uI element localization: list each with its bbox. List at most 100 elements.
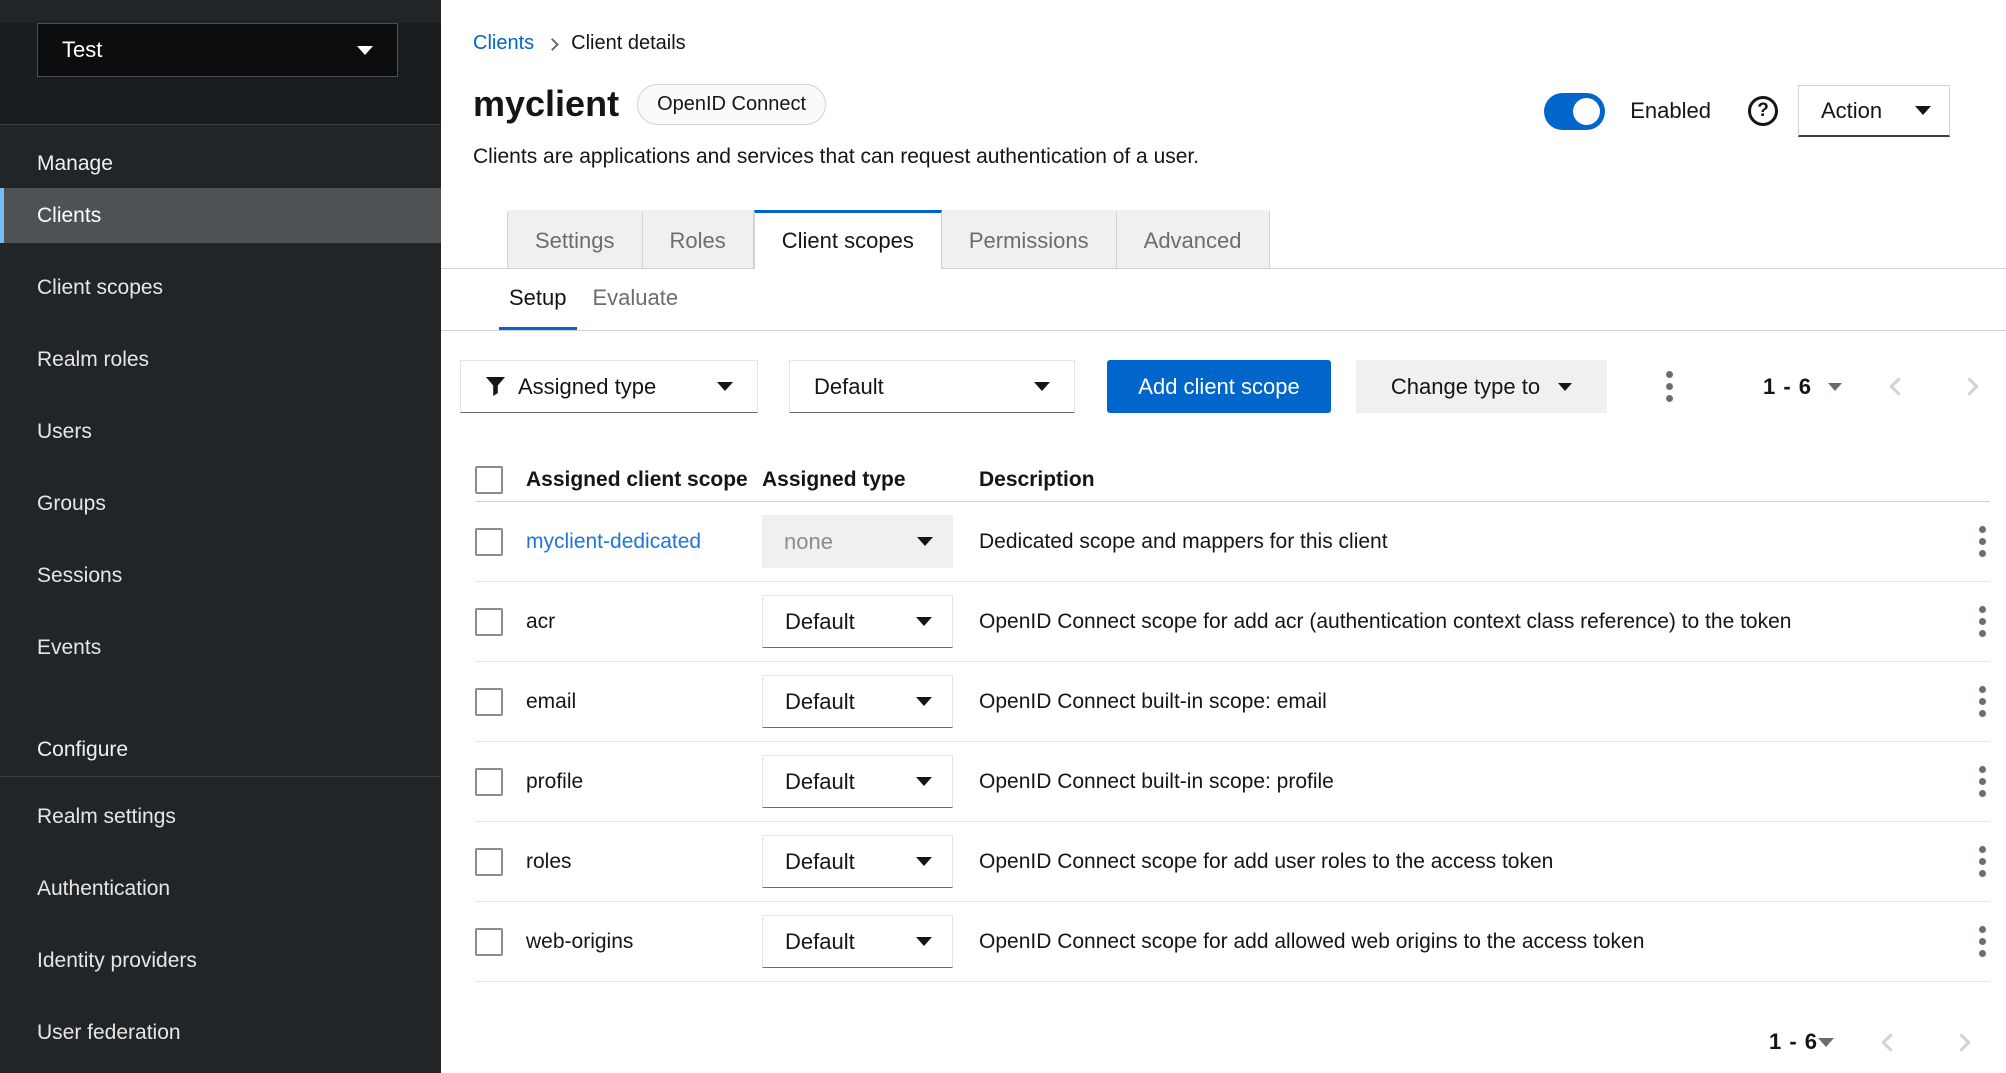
row-checkbox[interactable] — [475, 768, 503, 796]
assigned-type-select[interactable]: Default — [762, 835, 953, 888]
kebab-menu-icon[interactable] — [1975, 602, 1990, 641]
client-scopes-table: Assigned client scope Assigned type Desc… — [475, 458, 1990, 982]
table-row: email Default OpenID Connect built-in sc… — [475, 662, 1990, 742]
breadcrumb-clients-link[interactable]: Clients — [473, 32, 534, 55]
column-header-assigned-type: Assigned type — [762, 468, 979, 492]
breadcrumb: Clients Client details — [441, 0, 2006, 55]
kebab-menu-icon[interactable] — [1662, 367, 1677, 406]
scope-name[interactable]: roles — [526, 850, 572, 873]
sidebar-item-sessions[interactable]: Sessions — [0, 548, 441, 603]
sidebar-item-identity-providers[interactable]: Identity providers — [0, 933, 441, 988]
caret-down-icon — [916, 697, 932, 706]
scope-description: OpenID Connect built-in scope: profile — [979, 770, 1950, 794]
caret-down-icon — [357, 46, 373, 55]
row-checkbox[interactable] — [475, 608, 503, 636]
chevron-right-icon — [546, 38, 559, 51]
assigned-type-select[interactable]: Default — [762, 915, 953, 968]
breadcrumb-current: Client details — [571, 32, 686, 55]
scope-name[interactable]: profile — [526, 770, 583, 793]
scope-name[interactable]: email — [526, 690, 576, 713]
row-checkbox[interactable] — [475, 928, 503, 956]
nav-section-label: Manage — [0, 125, 441, 188]
tab-permissions[interactable]: Permissions — [942, 210, 1117, 268]
scope-name[interactable]: myclient-dedicated — [526, 530, 701, 553]
assigned-type-filter-select[interactable]: Assigned type — [460, 360, 758, 413]
realm-selector[interactable]: Test — [37, 23, 398, 77]
scope-name[interactable]: web-origins — [526, 930, 633, 953]
sidebar-item-realm-roles[interactable]: Realm roles — [0, 332, 441, 387]
nav-section-label: Configure — [0, 711, 441, 774]
pagination-range: 1 - 6 — [1763, 374, 1812, 400]
kebab-menu-icon[interactable] — [1975, 922, 1990, 961]
sidebar-item-client-scopes[interactable]: Client scopes — [0, 260, 441, 315]
action-dropdown[interactable]: Action — [1798, 85, 1950, 137]
next-page-icon[interactable] — [1960, 377, 1978, 395]
kebab-menu-icon[interactable] — [1975, 682, 1990, 721]
action-dropdown-label: Action — [1821, 98, 1882, 124]
sidebar-header: Test — [0, 23, 441, 125]
tab-bar: SettingsRolesClient scopesPermissionsAdv… — [441, 210, 2006, 269]
page-title: myclient — [473, 83, 619, 125]
row-checkbox[interactable] — [475, 848, 503, 876]
table-row: roles Default OpenID Connect scope for a… — [475, 822, 1990, 902]
nav-divider — [0, 776, 441, 777]
tab-client-scopes[interactable]: Client scopes — [754, 210, 942, 269]
sidebar-item-authentication[interactable]: Authentication — [0, 861, 441, 916]
row-checkbox[interactable] — [475, 688, 503, 716]
caret-down-icon[interactable] — [1828, 383, 1842, 391]
table-header-row: Assigned client scope Assigned type Desc… — [475, 458, 1990, 502]
table-row: myclient-dedicated none Dedicated scope … — [475, 502, 1990, 582]
scope-description: OpenID Connect scope for add allowed web… — [979, 930, 1950, 954]
question-circle-icon[interactable]: ? — [1748, 96, 1778, 126]
subtab-bar: SetupEvaluate — [441, 269, 2006, 331]
sidebar-item-clients[interactable]: Clients — [0, 188, 441, 243]
scope-description: Dedicated scope and mappers for this cli… — [979, 530, 1950, 554]
realm-selector-value: Test — [62, 37, 102, 63]
caret-down-icon — [917, 537, 933, 546]
kebab-menu-icon[interactable] — [1975, 522, 1990, 561]
next-page-icon[interactable] — [1952, 1033, 1970, 1051]
assigned-type-select[interactable]: Default — [762, 675, 953, 728]
assigned-type-select[interactable]: none — [762, 515, 953, 568]
scope-name[interactable]: acr — [526, 610, 555, 633]
previous-page-icon[interactable] — [1889, 377, 1907, 395]
protocol-badge: OpenID Connect — [637, 84, 826, 125]
enabled-label: Enabled — [1630, 98, 1711, 124]
tab-settings[interactable]: Settings — [507, 210, 643, 268]
tab-advanced[interactable]: Advanced — [1117, 210, 1270, 268]
tab-roles[interactable]: Roles — [643, 210, 754, 268]
caret-down-icon — [916, 777, 932, 786]
previous-page-icon[interactable] — [1881, 1033, 1899, 1051]
sidebar-item-events[interactable]: Events — [0, 620, 441, 675]
sidebar-item-groups[interactable]: Groups — [0, 476, 441, 531]
type-filter-value-select[interactable]: Default — [789, 360, 1075, 413]
header-controls: Enabled ? Action — [1544, 85, 1950, 137]
change-type-to-button[interactable]: Change type to — [1356, 360, 1607, 413]
subtab-setup[interactable]: Setup — [499, 269, 577, 330]
sidebar-item-realm-settings[interactable]: Realm settings — [0, 789, 441, 844]
caret-down-icon[interactable] — [1818, 1038, 1834, 1047]
assigned-type-select[interactable]: Default — [762, 595, 953, 648]
subtab-evaluate[interactable]: Evaluate — [577, 269, 695, 330]
sidebar-item-users[interactable]: Users — [0, 404, 441, 459]
select-all-checkbox[interactable] — [475, 466, 503, 494]
table-row: profile Default OpenID Connect built-in … — [475, 742, 1990, 822]
caret-down-icon — [1034, 382, 1050, 391]
assigned-type-select[interactable]: Default — [762, 755, 953, 808]
add-client-scope-button[interactable]: Add client scope — [1107, 360, 1331, 413]
scope-description: OpenID Connect built-in scope: email — [979, 690, 1950, 714]
enabled-toggle[interactable] — [1544, 93, 1605, 130]
change-type-to-label: Change type to — [1391, 374, 1540, 400]
kebab-menu-icon[interactable] — [1975, 762, 1990, 801]
scope-description: OpenID Connect scope for add user roles … — [979, 850, 1950, 874]
caret-down-icon — [916, 937, 932, 946]
kebab-menu-icon[interactable] — [1975, 842, 1990, 881]
column-header-description: Description — [979, 468, 1950, 492]
column-header-assigned-client-scope: Assigned client scope — [526, 468, 762, 492]
sidebar-nav: ManageClients Client scopes Realm roles Use… — [0, 125, 441, 1060]
caret-down-icon — [1558, 383, 1572, 391]
type-filter-value: Default — [814, 374, 884, 400]
row-checkbox[interactable] — [475, 528, 503, 556]
sidebar-item-user-federation[interactable]: User federation — [0, 1005, 441, 1060]
main-content: Clients Client details myclient OpenID C… — [441, 0, 2006, 1073]
